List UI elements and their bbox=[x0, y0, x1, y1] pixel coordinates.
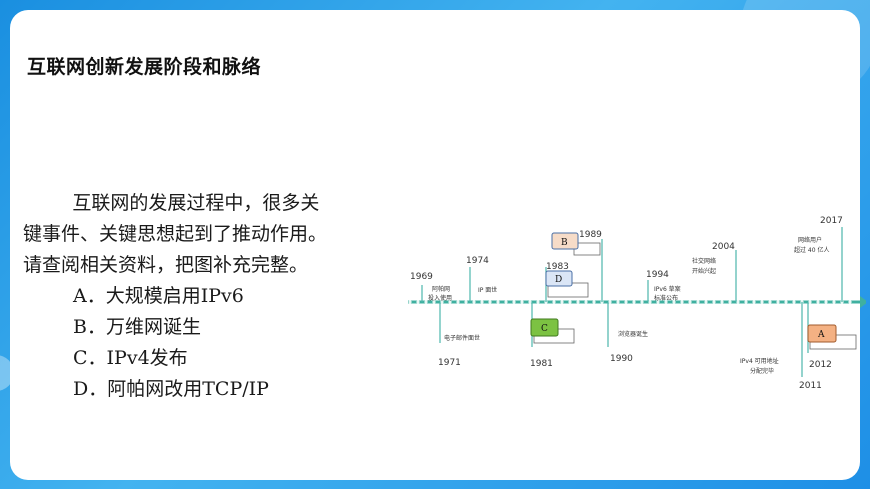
axis-dot bbox=[584, 300, 588, 304]
question-text: 互联网的发展过程中，很多关 键事件、关键思想起到了推动作用。 请查阅相关资料，把… bbox=[23, 188, 373, 405]
event-1974-desc: IP 面世 bbox=[478, 286, 497, 294]
box-a-label: A bbox=[817, 330, 825, 340]
axis-dot bbox=[592, 300, 596, 304]
option-c: C．IPv4发布 bbox=[73, 347, 188, 369]
year-2011: 2011 bbox=[799, 381, 822, 391]
axis-dot bbox=[712, 300, 716, 304]
axis-dot bbox=[528, 300, 532, 304]
axis-dot bbox=[608, 300, 612, 304]
axis-dot bbox=[816, 300, 820, 304]
option-b: B．万维网诞生 bbox=[73, 316, 201, 338]
event-1994-desc: 标准公布 bbox=[654, 294, 678, 302]
paragraph-line: 互联网的发展过程中，很多关 bbox=[72, 192, 320, 214]
event-1990-desc: 浏览器诞生 bbox=[618, 330, 648, 338]
axis-dot bbox=[416, 300, 420, 304]
year-1989: 1989 bbox=[579, 230, 602, 240]
event-1971-desc: 电子邮件面世 bbox=[444, 334, 480, 342]
year-1994: 1994 bbox=[646, 270, 669, 280]
axis-dot bbox=[680, 300, 684, 304]
axis-dot bbox=[704, 300, 708, 304]
axis-dot bbox=[568, 300, 572, 304]
axis-arrow bbox=[860, 296, 866, 308]
event-2017-desc: 网络用户 bbox=[798, 236, 822, 244]
axis-dot bbox=[512, 300, 516, 304]
axis-dot bbox=[736, 300, 740, 304]
year-1974: 1974 bbox=[466, 256, 489, 266]
year-1990: 1990 bbox=[610, 354, 633, 364]
axis-dot bbox=[464, 300, 468, 304]
slide-title: 互联网创新发展阶段和脉络 bbox=[27, 56, 262, 78]
axis-dot bbox=[472, 300, 476, 304]
year-2004: 2004 bbox=[712, 242, 735, 252]
year-2012: 2012 bbox=[809, 360, 832, 370]
axis-dot bbox=[576, 300, 580, 304]
axis-dot bbox=[560, 300, 564, 304]
paragraph-line: 请查阅相关资料，把图补充完整。 bbox=[23, 254, 309, 276]
event-2004-desc: 开始兴起 bbox=[692, 267, 716, 275]
event-2011-desc: IPv4 可用地址 bbox=[740, 357, 779, 365]
year-1981: 1981 bbox=[530, 359, 553, 369]
axis-dot bbox=[768, 300, 772, 304]
axis-dot bbox=[408, 300, 412, 304]
axis-dot bbox=[720, 300, 724, 304]
axis-dot bbox=[728, 300, 732, 304]
box-c-label: C bbox=[541, 324, 548, 334]
axis-dot bbox=[488, 300, 492, 304]
timeline-diagram: 1969 阿帕网 投入使用 1974 IP 面世 电子邮件面世 1971 198… bbox=[408, 216, 866, 391]
axis-dot bbox=[824, 300, 828, 304]
axis-dot bbox=[624, 300, 628, 304]
axis-dot bbox=[808, 300, 812, 304]
event-2011-desc: 分配完毕 bbox=[750, 367, 774, 375]
axis-dot bbox=[480, 300, 484, 304]
axis-dot bbox=[552, 300, 556, 304]
year-1969: 1969 bbox=[410, 272, 433, 282]
axis-dot bbox=[520, 300, 524, 304]
paragraph-line: 键事件、关键思想起到了推动作用。 bbox=[23, 223, 328, 245]
axis-dot bbox=[648, 300, 652, 304]
axis-dot bbox=[456, 300, 460, 304]
axis-dot bbox=[784, 300, 788, 304]
axis-dot bbox=[760, 300, 764, 304]
axis-dot bbox=[832, 300, 836, 304]
axis-dot bbox=[696, 300, 700, 304]
event-1994-desc: IPv6 草案 bbox=[654, 285, 681, 293]
event-1969-desc: 投入使用 bbox=[428, 294, 452, 302]
slide-card: 互联网创新发展阶段和脉络 互联网的发展过程中，很多关 键事件、关键思想起到了推动… bbox=[10, 10, 866, 480]
box-d-label: D bbox=[555, 275, 562, 285]
axis-dot bbox=[640, 300, 644, 304]
event-2004-desc: 社交网络 bbox=[692, 257, 716, 265]
axis-dot bbox=[632, 300, 636, 304]
axis-dot bbox=[848, 300, 852, 304]
axis-dot bbox=[776, 300, 780, 304]
event-1969-desc: 阿帕网 bbox=[432, 285, 450, 293]
axis-dot bbox=[504, 300, 508, 304]
box-b-label: B bbox=[561, 238, 568, 248]
axis-dot bbox=[616, 300, 620, 304]
year-2017: 2017 bbox=[820, 216, 843, 226]
option-d: D．阿帕网改用TCP/IP bbox=[73, 378, 269, 400]
axis-dot bbox=[744, 300, 748, 304]
axis-dot bbox=[752, 300, 756, 304]
axis-dot bbox=[496, 300, 500, 304]
axis-dot bbox=[688, 300, 692, 304]
axis-dot bbox=[536, 300, 540, 304]
event-2017-desc: 超过 40 亿人 bbox=[794, 246, 829, 254]
option-a: A．大规模启用IPv6 bbox=[73, 285, 244, 307]
axis-dot bbox=[792, 300, 796, 304]
year-1971: 1971 bbox=[438, 358, 461, 368]
